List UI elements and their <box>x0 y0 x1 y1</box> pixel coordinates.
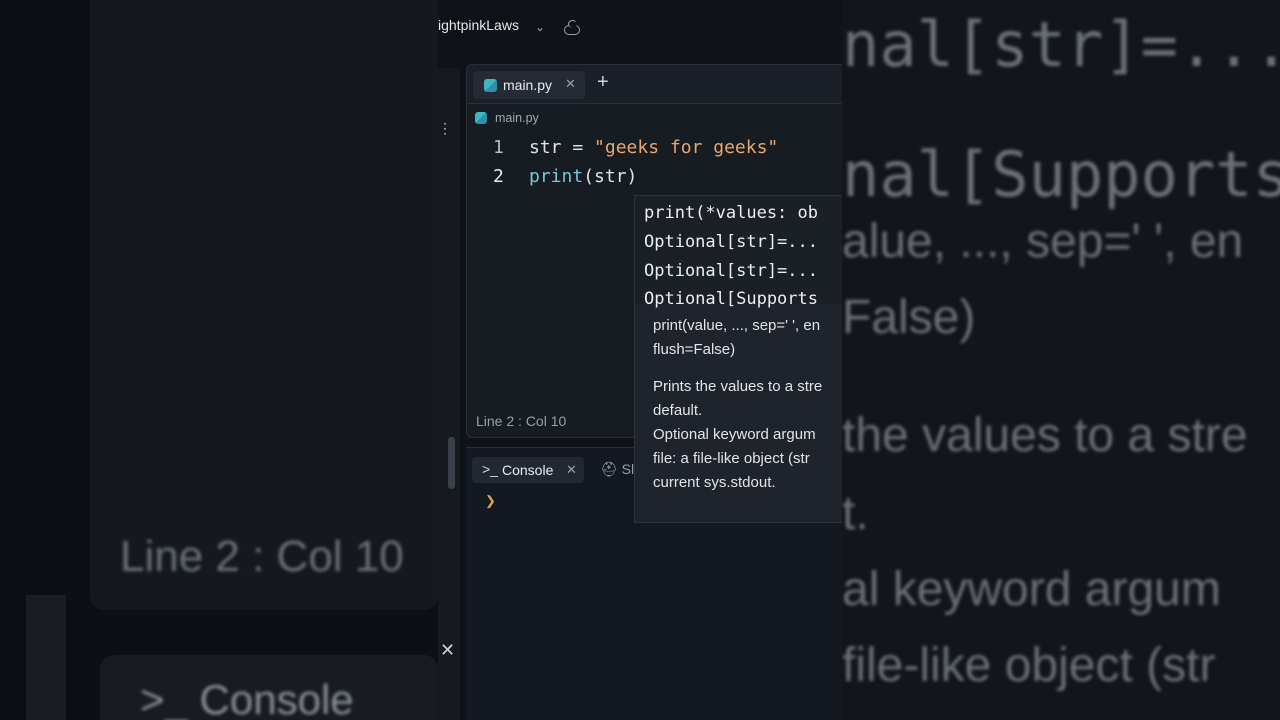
autocomplete-popup: print(*values: ob Optional[str]=... Opti… <box>634 195 842 523</box>
python-file-icon <box>484 79 497 92</box>
code-text: print(str) <box>529 166 638 187</box>
signature-line[interactable]: Optional[Supports <box>644 289 818 309</box>
close-icon[interactable]: ✕ <box>440 640 455 661</box>
doc-line: current sys.stdout. <box>653 474 776 491</box>
close-tab-icon[interactable]: ✕ <box>566 462 577 478</box>
signature-line[interactable]: Optional[str]=... <box>644 261 818 281</box>
blurred-line-4: False) <box>842 291 976 344</box>
project-name[interactable]: ightpinkLaws <box>438 17 519 33</box>
top-bar: ightpinkLaws ⌄ <box>438 0 842 60</box>
left-blurred-panel <box>90 0 438 610</box>
code-text: str = "geeks for geeks" <box>529 137 779 158</box>
scrollbar[interactable] <box>448 437 455 489</box>
console-tab-label: Console <box>502 462 554 478</box>
doc-signature: print(value, ..., sep=' ', en <box>653 317 821 334</box>
tab-shell[interactable]: ⛑ Sl <box>600 461 634 478</box>
tab-main-py[interactable]: main.py ✕ <box>473 71 585 99</box>
blurred-console-text: >_ Console <box>140 676 354 720</box>
python-file-icon <box>475 112 487 124</box>
signature-line[interactable]: print(*values: ob <box>644 203 818 223</box>
line-number: 2 <box>493 166 504 187</box>
breadcrumb[interactable]: main.py <box>475 111 539 125</box>
signature-hint: print(*values: ob Optional[str]=... Opti… <box>635 196 842 309</box>
tab-console[interactable]: >_ Console ✕ <box>472 457 584 483</box>
shell-tab-label: Sl <box>621 461 635 477</box>
blurred-line-2: nal[Supports <box>842 138 1280 211</box>
cursor-position-status: Line 2 : Col 10 <box>476 413 567 429</box>
blurred-line-3: alue, ..., sep=' ', en <box>842 215 1244 268</box>
doc-line: Prints the values to a stre <box>653 378 823 395</box>
line-number: 1 <box>493 137 504 158</box>
blurred-line-1: nal[str]=... <box>842 8 1280 81</box>
doc-line: Optional keyword argum <box>653 426 816 443</box>
code-line: 1 str = "geeks for geeks" <box>467 137 842 166</box>
breadcrumb-label: main.py <box>495 111 539 125</box>
left-blurred-background: Line 2 : Col 10 >_ Console <box>0 0 438 720</box>
blurred-line-8: file-like object (str <box>842 639 1216 692</box>
doc-line: file: a file-like object (str <box>653 450 810 467</box>
replit-app: ightpinkLaws ⌄ ⋮ ✕ main.py ✕ + main.py 1… <box>438 0 842 720</box>
signature-line[interactable]: Optional[str]=... <box>644 232 818 252</box>
editor-tab-strip: main.py ✕ + <box>467 65 842 104</box>
doc-line: default. <box>653 402 703 419</box>
blurred-line-7: al keyword argum <box>842 563 1221 616</box>
terminal-icon: >_ <box>482 461 498 477</box>
add-tab-button[interactable]: + <box>597 71 609 94</box>
blurred-line-5: the values to a stre <box>842 409 1248 462</box>
prompt-icon: ❯ <box>485 493 496 508</box>
code-line: 2 print(str) <box>467 166 842 195</box>
left-rail: ⋮ <box>438 68 460 720</box>
chevron-down-icon[interactable]: ⌄ <box>535 20 545 34</box>
blurred-status-text: Line 2 : Col 10 <box>120 532 404 581</box>
cloud-icon <box>564 20 580 35</box>
tab-label: main.py <box>503 77 553 93</box>
right-blurred-background: nal[str]=... nal[Supports alue, ..., sep… <box>842 0 1280 720</box>
close-tab-icon[interactable]: ✕ <box>565 76 576 92</box>
doc-signature: flush=False) <box>653 341 736 358</box>
documentation-text: print(value, ..., sep=' ', en flush=Fals… <box>653 314 822 495</box>
left-blurred-strip <box>26 595 66 720</box>
blurred-line-6: t. <box>842 487 869 540</box>
menu-dots-icon[interactable]: ⋮ <box>438 120 460 137</box>
